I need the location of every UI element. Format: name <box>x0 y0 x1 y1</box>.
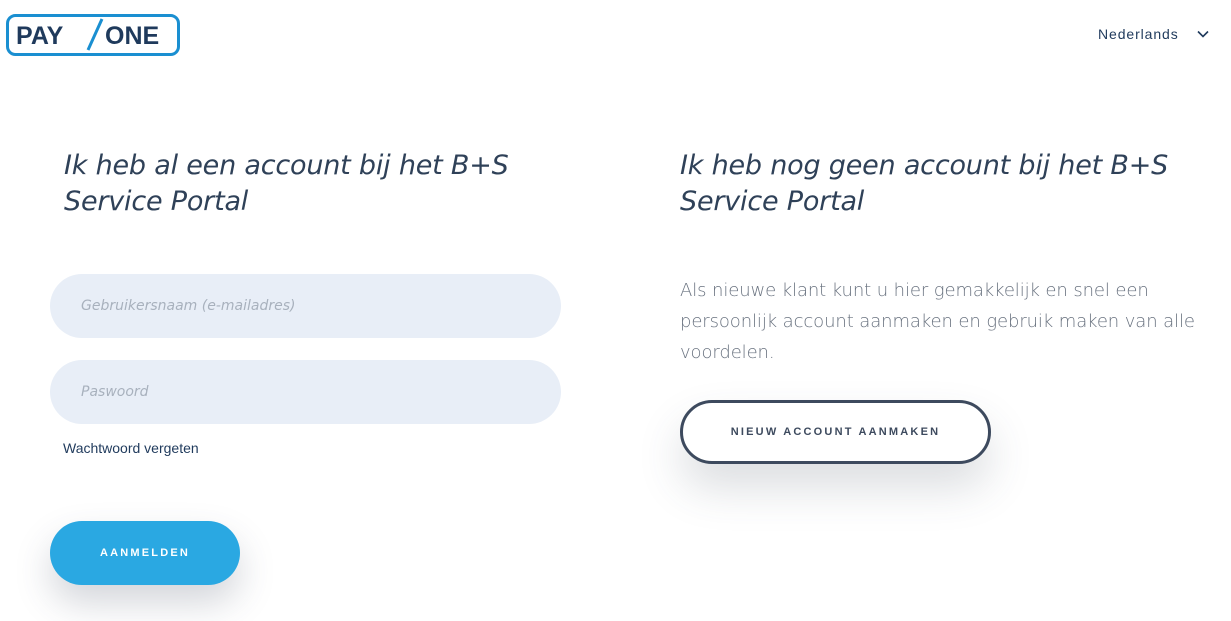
logo-mark: PAY ONE <box>6 14 180 56</box>
password-input[interactable] <box>50 360 561 424</box>
language-label: Nederlands <box>1098 26 1179 42</box>
logo-text-left: PAY <box>16 22 64 50</box>
register-heading: Ik heb nog geen account bij het B+S Serv… <box>680 150 1169 217</box>
create-account-button[interactable]: NIEUW ACCOUNT AANMAKEN <box>680 400 991 464</box>
payone-logo[interactable]: PAY ONE <box>6 14 180 56</box>
username-input[interactable] <box>50 274 561 338</box>
logo-text-right: ONE <box>105 22 159 50</box>
chevron-down-icon <box>1197 30 1209 38</box>
login-heading: Ik heb al een account bij het B+S Servic… <box>64 150 509 217</box>
register-description: Als nieuwe klant kunt u hier gemakkelijk… <box>680 280 1195 363</box>
forgot-password-link[interactable]: Wachtwoord vergeten <box>63 440 199 456</box>
login-button[interactable]: AANMELDEN <box>50 521 240 585</box>
language-selector[interactable]: Nederlands <box>1098 26 1209 42</box>
